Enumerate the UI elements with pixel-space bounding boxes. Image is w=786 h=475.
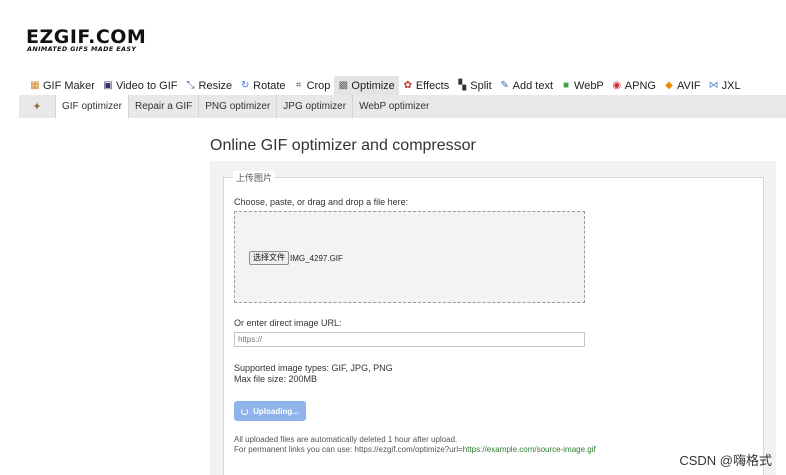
nav-label: APNG	[624, 79, 656, 92]
add-text-icon: ✎	[500, 79, 509, 91]
upload-panel: 上传图片 Choose, paste, or drag and drop a f…	[210, 161, 776, 475]
nav-crop[interactable]: ⌗ Crop	[290, 76, 335, 95]
drop-zone[interactable]: 选择文件 IMG_4297.GIF	[234, 211, 585, 303]
nav-jxl[interactable]: ⋈ JXL	[705, 76, 745, 95]
nav-avif[interactable]: ◆ AVIF	[660, 76, 705, 95]
url-label: Or enter direct image URL:	[234, 318, 342, 328]
optimize-icon: ▩	[338, 79, 349, 91]
permanent-link-note: For permanent links you can use: https:/…	[234, 445, 596, 454]
page-title: Online GIF optimizer and compressor	[210, 137, 476, 154]
jxl-icon: ⋈	[708, 79, 719, 91]
ezgif-logo[interactable]: EZGIF.COM ANIMATED GIFS MADE EASY	[26, 28, 156, 54]
logo-tagline: ANIMATED GIFS MADE EASY	[27, 45, 137, 53]
image-url-input[interactable]	[234, 332, 585, 347]
crop-icon: ⌗	[295, 79, 302, 91]
avif-icon: ◆	[665, 79, 673, 91]
nav-label: Optimize	[351, 79, 395, 92]
example-url-link[interactable]: https://example.com/source-image.gif	[463, 445, 596, 454]
nav-apng[interactable]: ◉ APNG	[608, 76, 660, 95]
webp-icon: ■	[562, 79, 570, 91]
nav-add-text[interactable]: ✎ Add text	[496, 76, 557, 95]
subnav-png-optimizer[interactable]: PNG optimizer	[198, 95, 276, 118]
nav-label: GIF Maker	[43, 79, 95, 92]
nav-split[interactable]: ▚ Split	[453, 76, 495, 95]
selected-file-name: IMG_4297.GIF	[290, 254, 343, 263]
spinner-icon	[241, 407, 249, 415]
choose-file-label: Choose, paste, or drag and drop a file h…	[234, 197, 409, 207]
main-nav: ▦ GIF Maker ▣ Video to GIF ⤡ Resize ↻ Rotate…	[26, 76, 745, 95]
subnav-gif-optimizer[interactable]: GIF optimizer	[55, 95, 129, 118]
apng-icon: ◉	[612, 79, 622, 91]
upload-legend: 上传图片	[233, 171, 276, 184]
csdn-watermark: CSDN @嗨格式	[679, 453, 772, 468]
upload-button-label: Uploading...	[253, 406, 299, 416]
choose-file-button[interactable]: 选择文件	[249, 251, 289, 265]
nav-label: Add text	[512, 79, 554, 92]
nav-label: Effects	[415, 79, 450, 92]
nav-label: Split	[470, 79, 492, 92]
nav-effects[interactable]: ✿ Effects	[399, 76, 453, 95]
effects-icon: ✿	[403, 79, 412, 91]
nav-resize[interactable]: ⤡ Resize	[182, 76, 237, 95]
nav-webp[interactable]: ■ WebP	[557, 76, 608, 95]
subnav-jpg-optimizer[interactable]: JPG optimizer	[276, 95, 352, 118]
supported-types: Supported image types: GIF, JPG, PNG	[234, 363, 393, 373]
rotate-icon: ↻	[240, 79, 250, 91]
resize-icon: ⤡	[186, 79, 195, 91]
nav-optimize[interactable]: ▩ Optimize	[334, 76, 399, 95]
upload-fieldset: 上传图片 Choose, paste, or drag and drop a f…	[223, 171, 764, 475]
upload-button[interactable]: Uploading...	[234, 401, 306, 421]
nav-label: AVIF	[676, 79, 701, 92]
nav-label: Rotate	[253, 79, 286, 92]
nav-video-to-gif[interactable]: ▣ Video to GIF	[99, 76, 182, 95]
subnav-repair-gif[interactable]: Repair a GIF	[128, 95, 198, 118]
split-icon: ▚	[458, 79, 467, 91]
nav-label: Crop	[306, 79, 331, 92]
video-icon: ▣	[103, 79, 113, 91]
max-file-size: Max file size: 200MB	[234, 374, 318, 384]
gif-maker-icon: ▦	[30, 79, 40, 91]
nav-gif-maker[interactable]: ▦ GIF Maker	[26, 76, 99, 95]
nav-label: WebP	[574, 79, 604, 92]
nav-rotate[interactable]: ↻ Rotate	[236, 76, 289, 95]
nav-label: Video to GIF	[115, 79, 178, 92]
sub-nav: ✦ GIF optimizer Repair a GIF PNG optimiz…	[19, 95, 786, 118]
permanent-link-prefix: For permanent links you can use: https:/…	[234, 445, 463, 454]
nav-label: Resize	[198, 79, 233, 92]
auto-delete-note: All uploaded files are automatically del…	[234, 435, 458, 444]
nav-label: JXL	[721, 79, 741, 92]
subnav-webp-optimizer[interactable]: WebP optimizer	[352, 95, 435, 118]
home-icon[interactable]: ✦	[19, 95, 55, 118]
